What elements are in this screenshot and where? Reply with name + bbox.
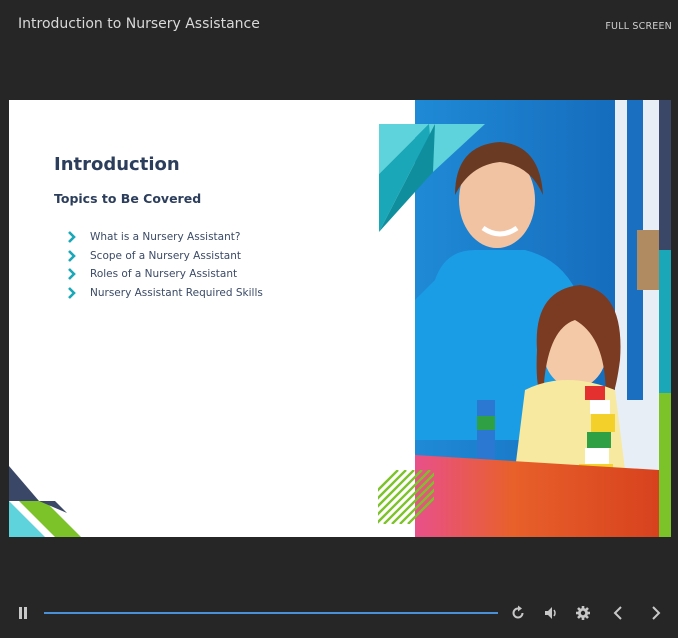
course-player: Introduction to Nursery Assistance FULL … [0, 0, 678, 638]
topics-list: What is a Nursery Assistant? Scope of a … [67, 228, 263, 302]
list-item: Nursery Assistant Required Skills [67, 284, 263, 303]
slide-heading: Introduction [54, 154, 180, 175]
topic-text: Roles of a Nursery Assistant [90, 268, 238, 281]
chevron-right-icon [68, 268, 76, 281]
next-icon[interactable] [649, 605, 663, 621]
hatch-decoration [378, 470, 434, 524]
list-item: Roles of a Nursery Assistant [67, 265, 263, 284]
accent-bars [659, 100, 671, 537]
chevron-right-icon [68, 249, 76, 262]
list-item: What is a Nursery Assistant? [67, 228, 263, 247]
list-item: Scope of a Nursery Assistant [67, 247, 263, 266]
slide-subheading: Topics to Be Covered [54, 191, 202, 206]
volume-icon[interactable] [543, 605, 559, 621]
chevron-right-icon [68, 286, 76, 299]
previous-icon[interactable] [611, 605, 625, 621]
top-bar: Introduction to Nursery Assistance FULL … [0, 0, 678, 50]
slide: Introduction Topics to Be Covered What i… [9, 100, 671, 537]
playback-controls [0, 598, 678, 628]
chevron-right-icon [68, 231, 76, 244]
corner-decoration [9, 466, 81, 537]
topic-text: Nursery Assistant Required Skills [90, 286, 263, 299]
pause-icon[interactable] [17, 606, 29, 620]
topic-text: What is a Nursery Assistant? [90, 231, 241, 244]
triangle-decoration [379, 124, 485, 232]
progress-bar[interactable] [44, 612, 498, 614]
course-title: Introduction to Nursery Assistance [18, 16, 260, 32]
settings-icon[interactable] [575, 605, 591, 621]
topic-text: Scope of a Nursery Assistant [90, 249, 242, 262]
replay-icon[interactable] [510, 605, 526, 621]
fullscreen-button[interactable]: FULL SCREEN [605, 21, 672, 32]
